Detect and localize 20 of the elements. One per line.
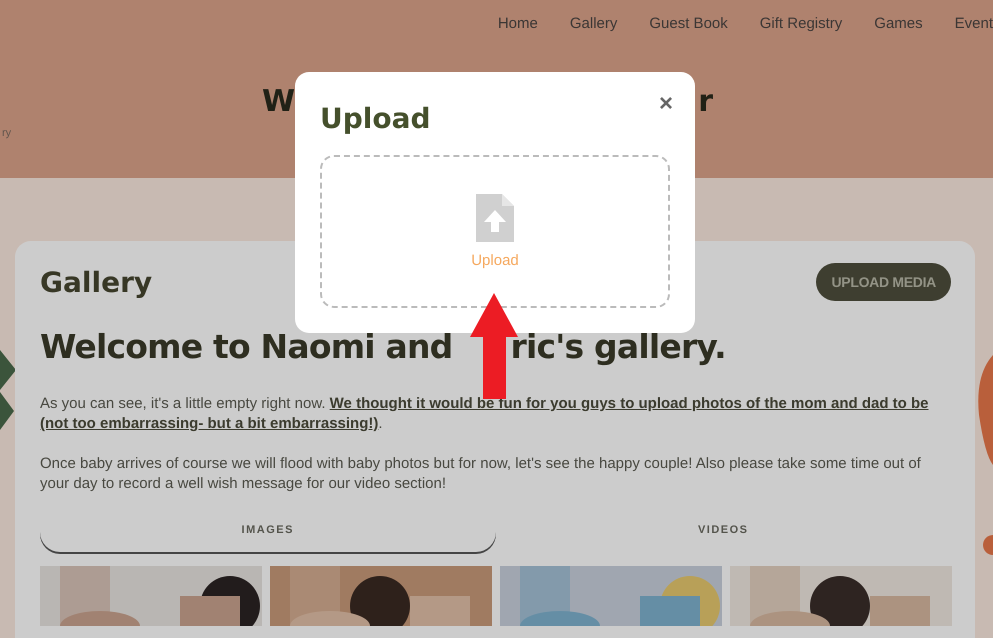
nav-link[interactable]: Home xyxy=(498,15,538,32)
file-upload-icon xyxy=(476,194,514,242)
nav-link[interactable]: Games xyxy=(874,15,923,32)
gallery-heading: ric's gallery. xyxy=(510,327,726,366)
nav-link[interactable]: Event xyxy=(954,15,993,32)
upload-dropzone[interactable]: Upload xyxy=(320,155,670,308)
hero-title: W xyxy=(262,84,296,119)
tab[interactable]: VIDEOS xyxy=(496,508,951,552)
nav-link[interactable]: Gallery xyxy=(570,15,618,32)
upload-media-button[interactable]: UPLOAD MEDIA xyxy=(816,263,951,301)
close-button[interactable]: × xyxy=(658,92,673,116)
dialog-title: Upload xyxy=(320,102,432,135)
gallery-heading: Welcome to Naomi and xyxy=(40,327,452,366)
nav-link[interactable]: Gift Registry xyxy=(760,15,842,32)
nav-link[interactable]: Guest Book xyxy=(649,15,728,32)
tab[interactable]: IMAGES xyxy=(40,508,496,552)
paragraph: Once baby arrives of course we will flood with baby photos but for now, let's see the happy couple! Also please take some time out of your day to record a well wish message for our video section! xyxy=(40,454,922,494)
gallery-title: Gallery xyxy=(40,266,152,298)
upload-label: Upload xyxy=(471,252,519,269)
hero-title: r xyxy=(698,84,713,119)
